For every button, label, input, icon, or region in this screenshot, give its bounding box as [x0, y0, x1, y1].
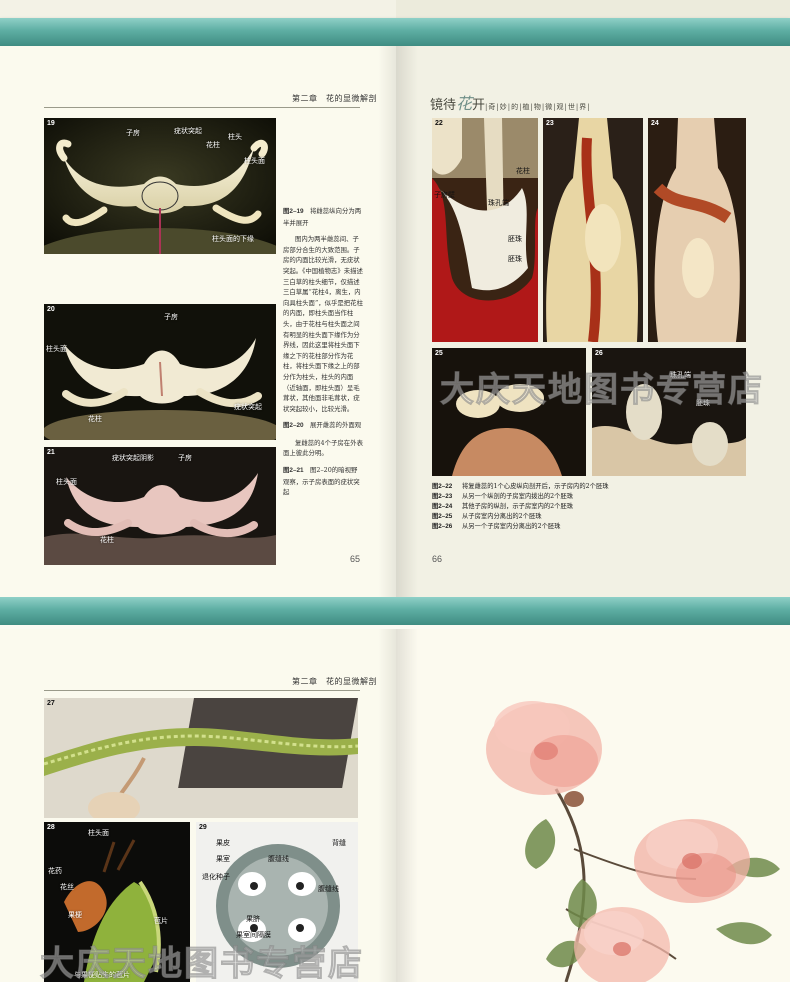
page-68-illustration: [396, 629, 790, 982]
figure-23-photo: 23: [543, 118, 643, 342]
figure-28-label: 柱头面: [88, 830, 109, 837]
caption-line: 图2–24 其他子房的纵剖，示子房室内的2个胚珠: [432, 503, 574, 510]
caption-line: 图2–25 从子房室内分离出的2个胚珠: [432, 513, 542, 520]
page-number: 66: [432, 554, 443, 564]
figure-22-label: 胚珠: [508, 256, 522, 263]
divider-band-top: [0, 18, 790, 46]
figure-29-label: 退化种子: [202, 874, 230, 881]
figure-29-label: 腹缝线: [268, 856, 289, 863]
figure-22-label: 胚珠: [508, 236, 522, 243]
figure-19-photo: 19 子房 疣状突起 花柱 柱头 柱头面 柱头面的下缘: [44, 118, 276, 254]
top-strip: [0, 0, 790, 18]
figure-21-label: 柱头面: [56, 479, 77, 486]
figure-24-photo: 24: [648, 118, 746, 342]
figure-20-label: 花柱: [88, 416, 102, 423]
figure-29-label: 果皮: [216, 840, 230, 847]
figure-28-label: 果梗: [68, 912, 82, 919]
caption-list-right: 图2–22 将复雌蕊的1个心皮纵向剖开后，示子房内的2个胚珠 图2–23 从另一个纵…: [432, 482, 609, 532]
figure-22-label: 花柱: [516, 168, 530, 175]
figure-29-label: 果脐: [246, 916, 260, 923]
figure-29-label: 背缝: [332, 840, 346, 847]
caption-line: 图2–23 从另一个纵剖的子房室内拨出的2个胚珠: [432, 493, 574, 500]
figure-20-photo: 20 子房 柱头面 疣状突起 花柱: [44, 304, 276, 440]
figure-22-label: 子房壁: [434, 192, 455, 199]
figure-28-label: 苞片: [154, 918, 168, 925]
figure-21-label: 疣状突起阴影: [112, 455, 154, 462]
caption-2-19-body: 图内为两半雌蕊间、子房部分合生的大致范围。子房的内面比较光滑，无疣状突起。《中国…: [283, 235, 363, 413]
watermark: 大庆天地图书专营店: [440, 370, 764, 411]
page-67: 第二章 花的显微解剖 27 28 柱头面 花药 花丝 果梗 苞片 与果梗贴生的苞…: [0, 629, 396, 982]
figure-29-label: 腹缝线: [318, 886, 339, 893]
book-title: 镜待花开|奇|妙|的|植|物|微|观|世|界|: [430, 94, 591, 113]
figure-28-label: 花丝: [60, 884, 74, 891]
figure-19-label: 柱头面的下缘: [212, 236, 254, 243]
page-66: 镜待花开|奇|妙|的|植|物|微|观|世|界| 22 花柱 子房壁 珠孔端 胚珠…: [396, 46, 790, 597]
caption-line: 图2–26 从另一个子房室内分离出的2个胚珠: [432, 523, 561, 530]
running-head: 第二章 花的显微解剖: [292, 94, 377, 103]
figure-21-label: 子房: [178, 455, 192, 462]
figure-19-label: 柱头: [228, 134, 242, 141]
figure-20-label: 柱头面: [46, 346, 67, 353]
figure-28-label: 花药: [48, 868, 62, 875]
figure-27-photo: 27: [44, 698, 358, 818]
figure-20-label: 子房: [164, 314, 178, 321]
watermark: 大庆天地图书专营店: [40, 944, 364, 982]
figure-20-label: 疣状突起: [234, 404, 262, 411]
caption-line: 图2–22 将复雌蕊的1个心皮纵向剖开后，示子房内的2个胚珠: [432, 483, 609, 490]
page-65: 第二章 花的显微解剖 19 子房 疣状突起 花柱 柱头 柱头面 柱头面的下缘 2…: [0, 46, 396, 597]
rose-watercolor: [486, 701, 780, 982]
figure-21-photo: 21 疣状突起阴影 子房 柱头面 花柱: [44, 447, 276, 565]
figure-19-label: 疣状突起: [174, 128, 202, 135]
figure-22-label: 珠孔端: [488, 200, 509, 207]
page-number: 65: [350, 554, 361, 564]
divider-band-middle: [0, 597, 790, 625]
figure-19-label: 子房: [126, 130, 140, 137]
figure-21-label: 花柱: [100, 537, 114, 544]
figure-19-label: 柱头面: [244, 158, 265, 165]
figure-19-label: 花柱: [206, 142, 220, 149]
figure-22-photo: 22 花柱 子房壁 珠孔端 胚珠 胚珠: [432, 118, 538, 342]
caption-block-left: 图2–19 将雌蕊纵向分为两半并展开 图内为两半雌蕊间、子房部分合生的大致范围。…: [283, 207, 363, 497]
caption-2-20-body: 复雌蕊的4个子房在外表面上彼此分明。: [283, 438, 363, 458]
figure-29-label: 果室: [216, 856, 230, 863]
running-head: 第二章 花的显微解剖: [292, 677, 377, 686]
